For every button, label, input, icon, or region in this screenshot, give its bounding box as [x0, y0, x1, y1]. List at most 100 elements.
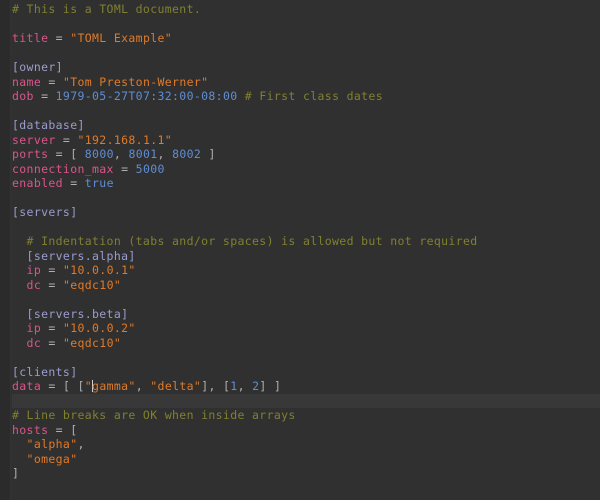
token-punct: ], [ — [201, 379, 231, 393]
token-string: "Tom Preston-Werner" — [62, 74, 209, 89]
code-line[interactable] — [0, 393, 600, 408]
code-content[interactable]: # This is a TOML document. title = "TOML… — [0, 0, 600, 500]
code-line[interactable] — [12, 46, 600, 61]
token-punct: [ — [70, 147, 85, 161]
code-line[interactable]: "alpha", — [12, 437, 600, 452]
code-line[interactable]: [database] — [12, 118, 600, 133]
token-bool: true — [84, 176, 114, 190]
token-key: ports — [12, 147, 49, 161]
code-editor[interactable]: # This is a TOML document. title = "TOML… — [0, 0, 600, 500]
code-line[interactable]: data = [ ["gamma", "delta"], [1, 2] ] — [12, 379, 600, 394]
token-string: "delta" — [150, 379, 202, 393]
token-key: enabled — [12, 176, 63, 190]
code-line[interactable]: # Indentation (tabs and/or spaces) is al… — [12, 234, 600, 249]
token-string: "eqdc10" — [62, 335, 122, 350]
token-number: 8000 — [84, 147, 114, 161]
token-op: = — [33, 89, 56, 103]
token-punct: [ — [70, 422, 78, 437]
token-comment: # First class dates — [244, 89, 383, 103]
token-punct: , — [157, 147, 173, 161]
token-op: = — [113, 161, 136, 176]
token-op: = — [48, 147, 71, 161]
token-op: = — [41, 263, 63, 277]
token-punct: ] ] — [259, 379, 282, 393]
code-line[interactable]: ] — [12, 466, 600, 481]
token-section: [database] — [12, 118, 85, 132]
token-key: hosts — [12, 422, 49, 437]
token-op: = — [41, 277, 63, 292]
token-key: connection_max — [12, 161, 114, 176]
token-key: ip — [12, 321, 42, 335]
code-line[interactable]: [servers.beta] — [12, 307, 600, 322]
token-key: title — [12, 31, 49, 45]
code-line[interactable] — [12, 350, 600, 365]
code-line[interactable] — [12, 17, 600, 32]
token-op: = — [62, 176, 85, 190]
code-line[interactable]: [clients] — [12, 365, 600, 380]
token-key: name — [12, 74, 42, 89]
code-line[interactable] — [12, 292, 600, 307]
token-string: "alpha" — [12, 437, 78, 451]
code-line[interactable] — [12, 191, 600, 206]
token-punct: , — [135, 379, 151, 393]
token-op: = — [48, 422, 71, 437]
code-line[interactable]: dc = "eqdc10" — [12, 278, 600, 293]
token-punct: ] — [12, 466, 20, 480]
code-line[interactable]: name = "Tom Preston-Werner" — [12, 75, 600, 90]
token-punct: ] — [201, 147, 216, 161]
code-line[interactable]: ports = [ 8000, 8001, 8002 ] — [12, 147, 600, 162]
token-section: [servers] — [12, 205, 78, 219]
code-line[interactable]: enabled = true — [12, 176, 600, 191]
token-op: = — [48, 31, 71, 45]
code-line[interactable] — [12, 220, 600, 235]
token-string: "192.168.1.1" — [77, 132, 173, 147]
token-key: data — [12, 379, 42, 393]
token-punct: [ [ — [62, 379, 85, 393]
token-key: server — [12, 132, 56, 147]
token-string: "eqdc10" — [62, 277, 122, 292]
token-number: 8001 — [128, 147, 158, 161]
token-section: [servers.beta] — [12, 306, 129, 321]
code-line[interactable]: "omega" — [12, 452, 600, 467]
token-comment: # Line breaks are OK when inside arrays — [12, 408, 296, 422]
code-line[interactable]: [servers.alpha] — [12, 249, 600, 264]
code-line[interactable]: [owner] — [12, 60, 600, 75]
token-op: = — [41, 74, 63, 89]
token-string: gamma" — [92, 379, 136, 393]
token-number: 8002 — [172, 147, 202, 161]
token-punct: , — [237, 379, 253, 393]
code-line[interactable]: connection_max = 5000 — [12, 162, 600, 177]
token-section: [servers.alpha] — [12, 248, 136, 263]
token-op: = — [55, 132, 78, 147]
token-op: = — [41, 379, 63, 393]
editor-gutter — [0, 0, 11, 500]
token-comment: # Indentation (tabs and/or spaces) is al… — [12, 234, 478, 248]
code-line[interactable]: ip = "10.0.0.2" — [12, 321, 600, 336]
code-line[interactable]: ip = "10.0.0.1" — [12, 263, 600, 278]
token-op: = — [41, 321, 63, 335]
code-line[interactable]: server = "192.168.1.1" — [12, 133, 600, 148]
code-line[interactable]: dob = 1979-05-27T07:32:00-08:00 # First … — [12, 89, 600, 104]
token-number: 1979-05-27T07:32:00-08:00 — [55, 89, 238, 103]
token-number: 1 — [230, 379, 238, 393]
token-comment: # This is a TOML document. — [12, 2, 202, 16]
token-key: dc — [12, 277, 42, 292]
token-key: dob — [12, 89, 34, 103]
token-punct: , — [113, 147, 129, 161]
token-key: dc — [12, 335, 42, 350]
code-line[interactable]: title = "TOML Example" — [12, 31, 600, 46]
token-string: "omega" — [12, 451, 78, 466]
code-line[interactable]: dc = "eqdc10" — [12, 336, 600, 351]
code-line[interactable]: [servers] — [12, 205, 600, 220]
token-string: "TOML Example" — [70, 31, 173, 45]
code-line[interactable]: hosts = [ — [12, 423, 600, 438]
token-number: 5000 — [135, 161, 165, 176]
token-string: "10.0.0.2" — [62, 321, 136, 335]
token-section: [owner] — [12, 60, 63, 74]
code-line[interactable] — [12, 104, 600, 119]
token-string: "10.0.0.1" — [62, 263, 136, 277]
token-key: ip — [12, 263, 42, 277]
code-line[interactable]: # This is a TOML document. — [12, 2, 600, 17]
code-line[interactable]: # Line breaks are OK when inside arrays — [12, 408, 600, 423]
